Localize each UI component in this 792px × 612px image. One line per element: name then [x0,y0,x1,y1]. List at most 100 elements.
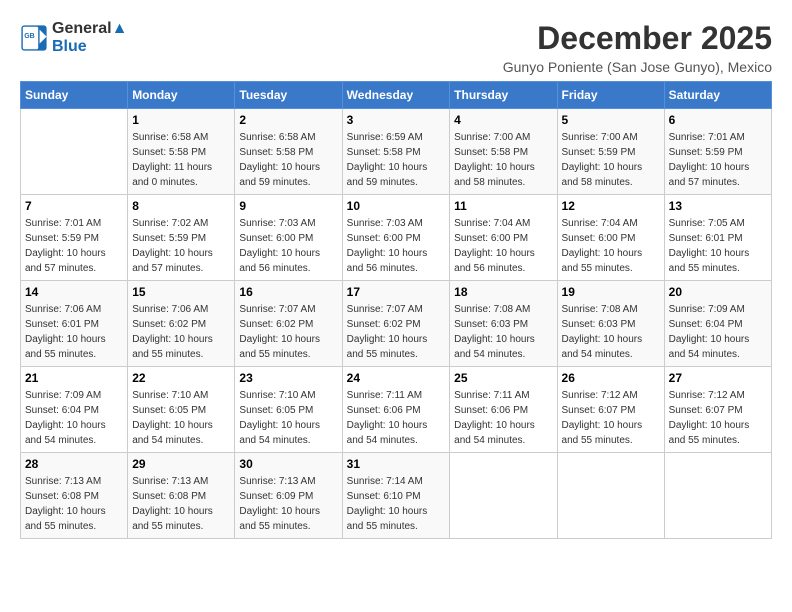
day-detail: Sunrise: 7:10 AM Sunset: 6:05 PM Dayligh… [132,388,230,448]
day-detail: Sunrise: 7:09 AM Sunset: 6:04 PM Dayligh… [25,388,123,448]
page-header: GB General▲ Blue December 2025 Gunyo Pon… [20,20,772,75]
day-number: 10 [347,199,446,213]
calendar-cell: 31 Sunrise: 7:14 AM Sunset: 6:10 PM Dayli… [342,453,450,539]
day-detail: Sunrise: 6:59 AM Sunset: 5:58 PM Dayligh… [347,130,446,190]
day-detail: Sunrise: 7:10 AM Sunset: 6:05 PM Dayligh… [239,388,337,448]
calendar-cell: 26Sunrise: 7:12 AM Sunset: 6:07 PM Dayli… [557,367,664,453]
calendar-cell: 27Sunrise: 7:12 AM Sunset: 6:07 PM Dayli… [664,367,771,453]
day-number: 1 [132,113,230,127]
day-detail: Sunrise: 7:01 AM Sunset: 5:59 PM Dayligh… [25,216,123,276]
calendar-cell: 22 Sunrise: 7:10 AM Sunset: 6:05 PM Dayli… [128,367,235,453]
svg-text:GB: GB [24,33,35,40]
col-header-monday: Monday [128,82,235,109]
calendar-cell: 28Sunrise: 7:13 AM Sunset: 6:08 PM Dayli… [21,453,128,539]
day-number: 23 [239,371,337,385]
calendar-cell: 20 Sunrise: 7:09 AM Sunset: 6:04 PM Dayli… [664,281,771,367]
day-detail: Sunrise: 7:14 AM Sunset: 6:10 PM Dayligh… [347,474,446,534]
day-number: 29 [132,457,230,471]
day-detail: Sunrise: 7:07 AM Sunset: 6:02 PM Dayligh… [347,302,446,362]
calendar-cell [450,453,557,539]
logo-icon: GB [20,24,48,52]
calendar-week-row: 28 Sunrise: 7:13 AM Sunset: 6:08 PM Dayli… [21,453,772,539]
day-number: 28 [25,457,123,471]
day-detail: Sunrise: 7:04 AM Sunset: 6:00 PM Dayligh… [562,216,660,276]
calendar-cell: 1 Sunrise: 6:58 AM Sunset: 5:58 PM Daylig… [128,109,235,195]
calendar-week-row: 1 Sunrise: 6:58 AM Sunset: 5:58 PM Daylig… [21,109,772,195]
day-detail: Sunrise: 7:11 AM Sunset: 6:06 PM Dayligh… [454,388,552,448]
calendar-cell [21,109,128,195]
calendar-cell: 5Sunrise: 7:00 AM Sunset: 5:59 PM Daylig… [557,109,664,195]
day-detail: Sunrise: 7:07 AM Sunset: 6:02 PM Dayligh… [239,302,337,362]
day-number: 30 [239,457,337,471]
day-detail: Sunrise: 7:00 AM Sunset: 5:58 PM Dayligh… [454,130,552,190]
calendar-header-row: SundayMondayTuesdayWednesdayThursdayFrid… [21,82,772,109]
calendar-cell: 14Sunrise: 7:06 AM Sunset: 6:01 PM Dayli… [21,281,128,367]
calendar-week-row: 21 Sunrise: 7:09 AM Sunset: 6:04 PM Dayli… [21,367,772,453]
day-detail: Sunrise: 7:12 AM Sunset: 6:07 PM Dayligh… [562,388,660,448]
day-number: 31 [347,457,446,471]
day-number: 19 [562,285,660,299]
title-block: December 2025 Gunyo Poniente (San Jose G… [503,20,772,75]
col-header-friday: Friday [557,82,664,109]
calendar-cell [664,453,771,539]
day-detail: Sunrise: 7:06 AM Sunset: 6:02 PM Dayligh… [132,302,230,362]
day-number: 4 [454,113,552,127]
day-detail: Sunrise: 6:58 AM Sunset: 5:58 PM Dayligh… [132,130,230,190]
day-detail: Sunrise: 7:01 AM Sunset: 5:59 PM Dayligh… [669,130,767,190]
calendar-cell: 15 Sunrise: 7:06 AM Sunset: 6:02 PM Dayli… [128,281,235,367]
calendar-cell: 25 Sunrise: 7:11 AM Sunset: 6:06 PM Dayli… [450,367,557,453]
calendar-cell: 10 Sunrise: 7:03 AM Sunset: 6:00 PM Dayli… [342,195,450,281]
calendar-cell: 17 Sunrise: 7:07 AM Sunset: 6:02 PM Dayli… [342,281,450,367]
calendar-cell: 18Sunrise: 7:08 AM Sunset: 6:03 PM Dayli… [450,281,557,367]
calendar-cell: 19 Sunrise: 7:08 AM Sunset: 6:03 PM Dayli… [557,281,664,367]
day-detail: Sunrise: 7:09 AM Sunset: 6:04 PM Dayligh… [669,302,767,362]
day-number: 16 [239,285,337,299]
day-number: 8 [132,199,230,213]
day-number: 22 [132,371,230,385]
calendar-table: SundayMondayTuesdayWednesdayThursdayFrid… [20,81,772,539]
day-number: 15 [132,285,230,299]
day-detail: Sunrise: 7:03 AM Sunset: 6:00 PM Dayligh… [347,216,446,276]
day-number: 7 [25,199,123,213]
day-number: 17 [347,285,446,299]
day-number: 11 [454,199,552,213]
day-number: 6 [669,113,767,127]
calendar-cell: 11Sunrise: 7:04 AM Sunset: 6:00 PM Dayli… [450,195,557,281]
logo-text: General▲ Blue [52,20,127,56]
logo: GB General▲ Blue [20,20,127,56]
calendar-cell: 4 Sunrise: 7:00 AM Sunset: 5:58 PM Daylig… [450,109,557,195]
day-number: 12 [562,199,660,213]
col-header-tuesday: Tuesday [235,82,342,109]
calendar-cell: 30 Sunrise: 7:13 AM Sunset: 6:09 PM Dayli… [235,453,342,539]
day-number: 18 [454,285,552,299]
calendar-cell: 29 Sunrise: 7:13 AM Sunset: 6:08 PM Dayli… [128,453,235,539]
calendar-week-row: 14Sunrise: 7:06 AM Sunset: 6:01 PM Dayli… [21,281,772,367]
day-detail: Sunrise: 7:13 AM Sunset: 6:09 PM Dayligh… [239,474,337,534]
calendar-cell: 9Sunrise: 7:03 AM Sunset: 6:00 PM Daylig… [235,195,342,281]
calendar-cell: 3Sunrise: 6:59 AM Sunset: 5:58 PM Daylig… [342,109,450,195]
calendar-cell: 24Sunrise: 7:11 AM Sunset: 6:06 PM Dayli… [342,367,450,453]
col-header-wednesday: Wednesday [342,82,450,109]
day-detail: Sunrise: 7:08 AM Sunset: 6:03 PM Dayligh… [562,302,660,362]
day-detail: Sunrise: 7:05 AM Sunset: 6:01 PM Dayligh… [669,216,767,276]
day-number: 14 [25,285,123,299]
calendar-cell: 12 Sunrise: 7:04 AM Sunset: 6:00 PM Dayli… [557,195,664,281]
day-detail: Sunrise: 7:13 AM Sunset: 6:08 PM Dayligh… [132,474,230,534]
calendar-cell: 16 Sunrise: 7:07 AM Sunset: 6:02 PM Dayli… [235,281,342,367]
page-title: December 2025 [503,20,772,57]
page-subtitle: Gunyo Poniente (San Jose Gunyo), Mexico [503,59,772,75]
day-detail: Sunrise: 7:12 AM Sunset: 6:07 PM Dayligh… [669,388,767,448]
day-detail: Sunrise: 7:00 AM Sunset: 5:59 PM Dayligh… [562,130,660,190]
day-number: 21 [25,371,123,385]
day-detail: Sunrise: 7:02 AM Sunset: 5:59 PM Dayligh… [132,216,230,276]
day-number: 9 [239,199,337,213]
day-number: 2 [239,113,337,127]
calendar-cell: 2 Sunrise: 6:58 AM Sunset: 5:58 PM Daylig… [235,109,342,195]
calendar-cell: 8 Sunrise: 7:02 AM Sunset: 5:59 PM Daylig… [128,195,235,281]
col-header-saturday: Saturday [664,82,771,109]
day-number: 13 [669,199,767,213]
day-number: 25 [454,371,552,385]
day-number: 20 [669,285,767,299]
day-detail: Sunrise: 6:58 AM Sunset: 5:58 PM Dayligh… [239,130,337,190]
col-header-sunday: Sunday [21,82,128,109]
